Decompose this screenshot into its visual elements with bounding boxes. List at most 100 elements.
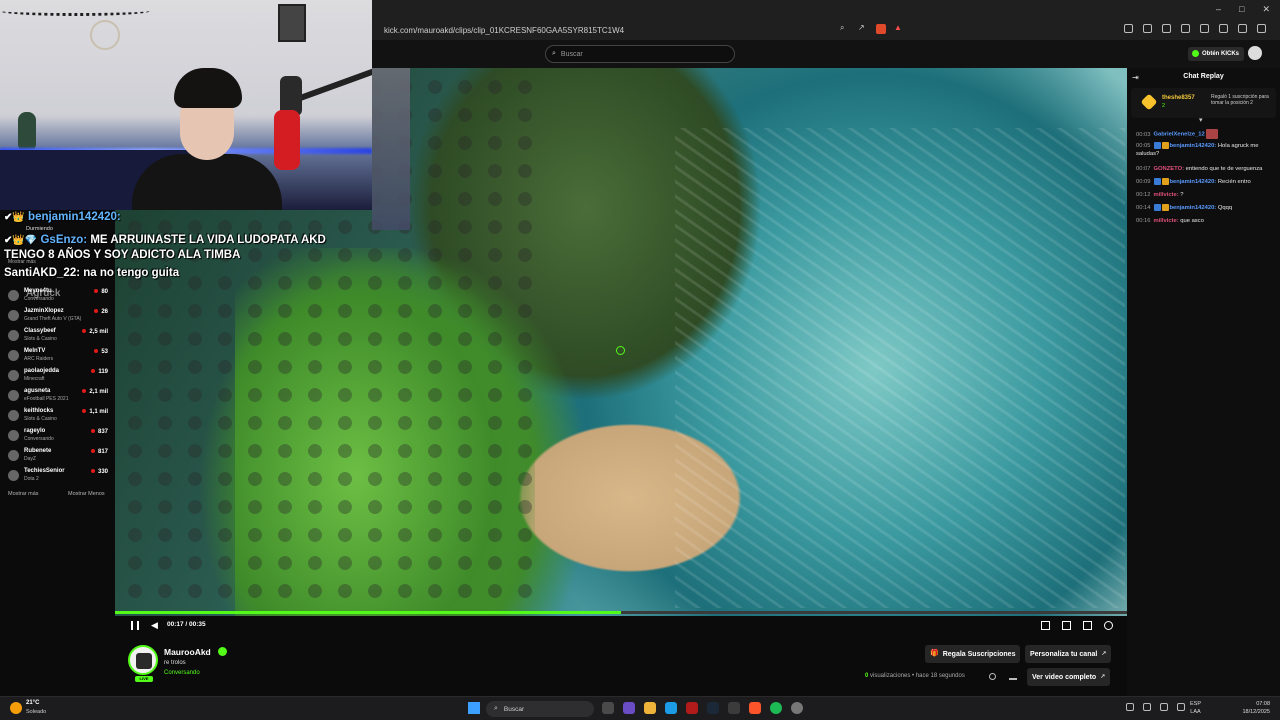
taskbar-search[interactable]: ⌕ Buscar [486, 701, 594, 717]
download-icon[interactable] [1009, 672, 1017, 680]
file-explorer-icon[interactable] [644, 702, 656, 714]
channel-list-item[interactable]: TechiesSenior Dota 2 330 [8, 468, 112, 488]
cursor-ring-icon [616, 346, 625, 355]
chat-user[interactable]: GONZETO: [1154, 166, 1185, 172]
extension-icon[interactable] [1124, 24, 1133, 33]
user-avatar[interactable] [1248, 46, 1262, 60]
chat-time: 00:07 [1136, 166, 1151, 172]
vpn-icon[interactable] [1238, 24, 1247, 33]
chat-user[interactable]: millvicte: [1154, 218, 1179, 224]
brave-shield-icon[interactable] [876, 24, 886, 34]
share-page-icon[interactable]: ↗ [858, 24, 868, 34]
fullscreen-icon[interactable] [1083, 621, 1092, 630]
full-video-button[interactable]: Ver video completo ↗ [1027, 668, 1111, 686]
badge-icon [1153, 178, 1161, 185]
channel-name[interactable]: MaurooAkd [164, 647, 211, 657]
pause-button[interactable] [131, 621, 139, 630]
weather-sun-icon[interactable] [10, 702, 22, 714]
media-player-icon[interactable] [791, 702, 803, 714]
chat-title: Chat Replay [1183, 73, 1224, 80]
category-link[interactable]: Conversando [164, 670, 200, 676]
chat-user[interactable]: benjamin142420: [1170, 205, 1217, 211]
channel-list-item[interactable]: keithlocks Slots & Casino 1,1 mil [8, 408, 112, 428]
live-badge: LIVE [135, 676, 153, 682]
minimize-button[interactable]: – [1216, 4, 1221, 15]
menu-icon[interactable] [1257, 24, 1266, 33]
tray-chevron-icon[interactable] [1126, 703, 1134, 711]
music-icon[interactable] [1162, 24, 1171, 33]
channel-category: Slots & Casino [24, 416, 57, 422]
maximize-button[interactable]: □ [1239, 4, 1244, 15]
chevron-down-icon[interactable]: ▾ [1199, 116, 1203, 124]
onedrive-icon[interactable] [1143, 703, 1151, 711]
close-window-button[interactable]: ✕ [1262, 4, 1270, 15]
pinned-user: theshe8357 [1162, 95, 1195, 101]
streamer-shirt [132, 154, 282, 210]
miniplayer-icon[interactable] [1041, 621, 1050, 630]
channel-name: TechiesSenior [24, 468, 65, 474]
mic-icon[interactable] [1177, 703, 1185, 711]
customize-channel-button[interactable]: Personaliza tu canal ↗ [1025, 645, 1112, 663]
channel-list-item[interactable]: JazminXlopez Grand Theft Auto V (GTA) 26 [8, 308, 112, 328]
gift-icon: 🎁 [930, 650, 939, 657]
video-progress-bar[interactable] [115, 611, 1127, 614]
github-icon[interactable] [728, 702, 740, 714]
wallet-icon[interactable] [1200, 24, 1209, 33]
task-view-icon[interactable] [602, 702, 614, 714]
channel-avatar [8, 350, 19, 361]
site-header [372, 40, 1280, 68]
bluetooth-icon[interactable] [1160, 703, 1168, 711]
browser-extensions [1124, 24, 1266, 33]
sidebar-icon[interactable] [1181, 24, 1190, 33]
viewer-count: 2,1 mil [82, 389, 108, 395]
steam-icon[interactable] [707, 702, 719, 714]
profile-icon[interactable] [1219, 24, 1228, 33]
taskbar-clock[interactable]: 07:08 18/12/2025 [1236, 700, 1270, 716]
overlay-chat-text: ME ARRUINASTE LA VIDA LUDOPATA AKD [90, 234, 326, 246]
channel-list-item[interactable]: rageylo Conversando 837 [8, 428, 112, 448]
theater-mode-icon[interactable] [1062, 621, 1071, 630]
channel-list-item[interactable]: Classybeef Slots & Casino 2,5 mil [8, 328, 112, 348]
get-kicks-button[interactable]: Obtén KICKs [1188, 47, 1245, 61]
chat-user[interactable]: GabrielXenelze_12 [1154, 132, 1205, 138]
overlay-chat-line: TENGO 8 AÑOS Y SOY ADICTO ALA TIMBA [4, 249, 241, 261]
channel-list-item[interactable]: Meyne4tu Conversando 80 [8, 288, 112, 308]
spotify-icon[interactable] [770, 702, 782, 714]
show-more-link[interactable]: Mostrar más [8, 491, 39, 497]
news-icon[interactable] [686, 702, 698, 714]
views-count: 0 [865, 673, 869, 679]
copilot-icon[interactable] [623, 702, 635, 714]
share-icon[interactable] [989, 673, 996, 680]
badge-icons: ✔👑💎 [4, 235, 38, 246]
video-ocean-texture [675, 128, 1125, 608]
volume-icon[interactable]: ◀ [151, 621, 160, 630]
channel-category: ARC Raiders [24, 356, 54, 362]
channel-list-item[interactable]: paolaojedda Minecraft 119 [8, 368, 112, 388]
search-icon: ⌕ [552, 50, 556, 57]
brave-icon[interactable] [749, 702, 761, 714]
address-bar[interactable]: kick.com/mauroakd/clips/clip_01KCRESNF60… [372, 21, 912, 39]
extension-icon[interactable] [1143, 24, 1152, 33]
channel-list-item[interactable]: agusneta eFootball PES 2021 2,1 mil [8, 388, 112, 408]
gift-icon [1140, 93, 1158, 111]
brave-rewards-icon[interactable]: ▲ [894, 24, 904, 34]
chat-time: 00:12 [1136, 192, 1151, 198]
input-language[interactable]: ESP LAA [1190, 700, 1201, 716]
chat-user[interactable]: benjamin142420: [1170, 179, 1217, 185]
zoom-icon[interactable]: ⌕ [840, 24, 850, 34]
channel-avatar [8, 430, 19, 441]
edge-icon[interactable] [665, 702, 677, 714]
search-input[interactable]: ⌕ Buscar [545, 45, 735, 63]
settings-icon[interactable] [1104, 621, 1113, 630]
system-tray [1126, 703, 1185, 711]
windows-start-icon[interactable] [468, 702, 480, 714]
gift-subs-label: Regala Suscripciones [942, 650, 1016, 658]
show-less-link[interactable]: Mostrar Menos [68, 491, 105, 497]
channel-list-item[interactable]: MelnTV ARC Raiders 53 [8, 348, 112, 368]
channel-list-item[interactable]: Rubenete DayZ 817 [8, 448, 112, 468]
url-text: kick.com/mauroakd/clips/clip_01KCRESNF60… [384, 25, 625, 35]
gift-subs-button[interactable]: 🎁 Regala Suscripciones [925, 645, 1021, 663]
channel-avatar[interactable]: LIVE [128, 645, 158, 682]
chat-user[interactable]: millvicte: [1154, 192, 1179, 198]
chat-user[interactable]: benjamin142420: [1170, 143, 1217, 149]
